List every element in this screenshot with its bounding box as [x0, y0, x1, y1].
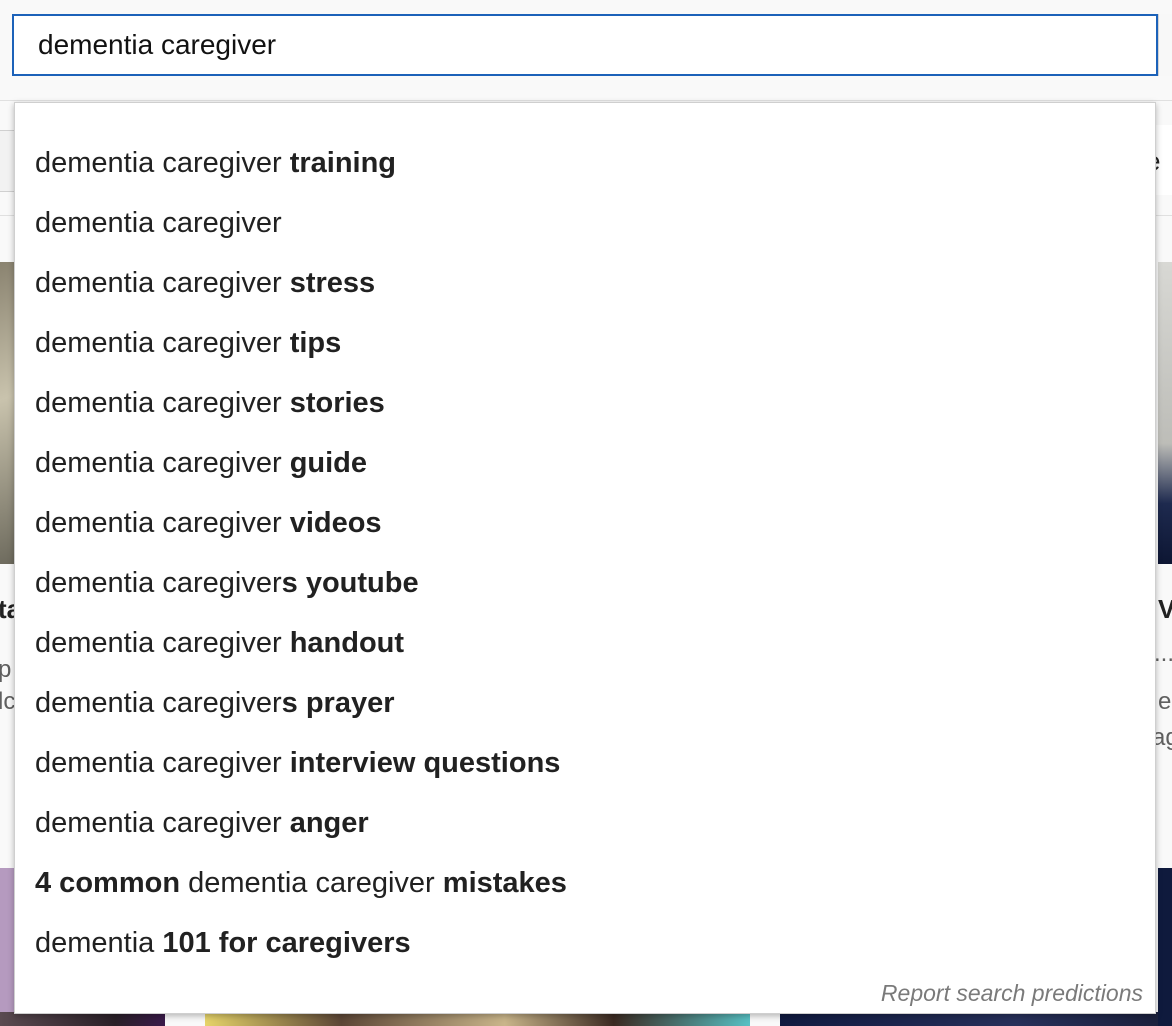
suggestion-text-segment: dementia caregiver	[35, 567, 282, 599]
video-thumbnail[interactable]	[0, 1012, 165, 1026]
suggestion-item[interactable]: dementia caregiver interview questions	[15, 733, 1155, 793]
suggestion-text-segment: interview questions	[289, 747, 561, 779]
suggestion-text-segment: s prayer	[281, 687, 395, 719]
suggestion-text-segment: tips	[289, 327, 342, 359]
suggestion-text-segment: stress	[289, 267, 376, 299]
suggestion-item[interactable]: dementia caregiver anger	[15, 793, 1155, 853]
video-thumbnail[interactable]	[205, 1012, 750, 1026]
suggestion-text-segment: dementia caregiver	[35, 327, 290, 359]
suggestion-text-segment: dementia caregiver	[35, 267, 290, 299]
video-channel-fragment: ...	[1154, 640, 1172, 667]
suggestion-text-segment: dementia caregiver	[35, 807, 290, 839]
suggestion-text-segment: dementia	[35, 927, 163, 959]
suggestion-text-segment: dementia caregiver	[35, 207, 282, 239]
report-search-predictions-link[interactable]: Report search predictions	[881, 980, 1143, 1007]
video-thumbnail[interactable]	[1158, 262, 1172, 564]
suggestion-item[interactable]: dementia caregiver training	[15, 133, 1155, 193]
suggestion-text-segment: anger	[289, 807, 369, 839]
suggestion-text-segment: 4 common	[35, 867, 181, 899]
suggestion-list: dementia caregiver training dementia care…	[15, 103, 1155, 973]
suggestion-text-segment: 101 for caregivers	[162, 927, 411, 959]
suggestion-item[interactable]: dementia caregiver stories	[15, 373, 1155, 433]
suggestion-text-segment: stories	[289, 387, 385, 419]
suggestion-text-segment: guide	[289, 447, 368, 479]
suggestion-text-segment: dementia caregiver	[35, 447, 290, 479]
search-suggestions-dropdown: dementia caregiver training dementia care…	[14, 102, 1156, 1014]
video-meta-fragment: e	[1158, 688, 1172, 715]
suggestion-item[interactable]: dementia caregiver handout	[15, 613, 1155, 673]
video-thumbnail[interactable]	[0, 262, 14, 564]
suggestion-text-segment: dementia caregiver	[35, 147, 290, 179]
video-title-fragment[interactable]: V	[1158, 594, 1172, 625]
suggestion-item[interactable]: dementia caregivers prayer	[15, 673, 1155, 733]
suggestion-text-segment: dementia caregiver	[35, 507, 290, 539]
suggestion-text-segment: dementia caregiver	[35, 387, 290, 419]
suggestion-text-segment: s youtube	[281, 567, 419, 599]
suggestion-text-segment: dementia caregiver	[180, 867, 443, 899]
suggestion-item[interactable]: dementia caregiver tips	[15, 313, 1155, 373]
search-button-edge[interactable]	[1158, 14, 1172, 76]
suggestion-item[interactable]: 4 common dementia caregiver mistakes	[15, 853, 1155, 913]
search-input[interactable]	[14, 16, 1156, 74]
video-thumbnail[interactable]	[1158, 868, 1172, 1026]
suggestion-text-segment: dementia caregiver	[35, 747, 290, 779]
suggestion-item[interactable]: dementia caregivers youtube	[15, 553, 1155, 613]
suggestion-item[interactable]: dementia caregiver stress	[15, 253, 1155, 313]
suggestion-text-segment: videos	[289, 507, 382, 539]
search-box[interactable]	[12, 14, 1158, 76]
video-thumbnail[interactable]	[0, 868, 14, 1026]
suggestion-text-segment: training	[289, 147, 397, 179]
suggestion-item[interactable]: dementia caregiver	[15, 193, 1155, 253]
suggestion-item[interactable]: dementia caregiver videos	[15, 493, 1155, 553]
video-thumbnail[interactable]	[780, 1012, 1172, 1026]
suggestion-item[interactable]: dementia 101 for caregivers	[15, 913, 1155, 973]
suggestion-text-segment: dementia caregiver	[35, 687, 282, 719]
video-meta-fragment: p	[0, 656, 12, 683]
suggestion-item[interactable]: dementia caregiver guide	[15, 433, 1155, 493]
suggestion-text-segment: mistakes	[442, 867, 567, 899]
header-divider	[0, 100, 1172, 101]
suggestion-text-segment: dementia caregiver	[35, 627, 290, 659]
suggestion-text-segment: handout	[289, 627, 405, 659]
